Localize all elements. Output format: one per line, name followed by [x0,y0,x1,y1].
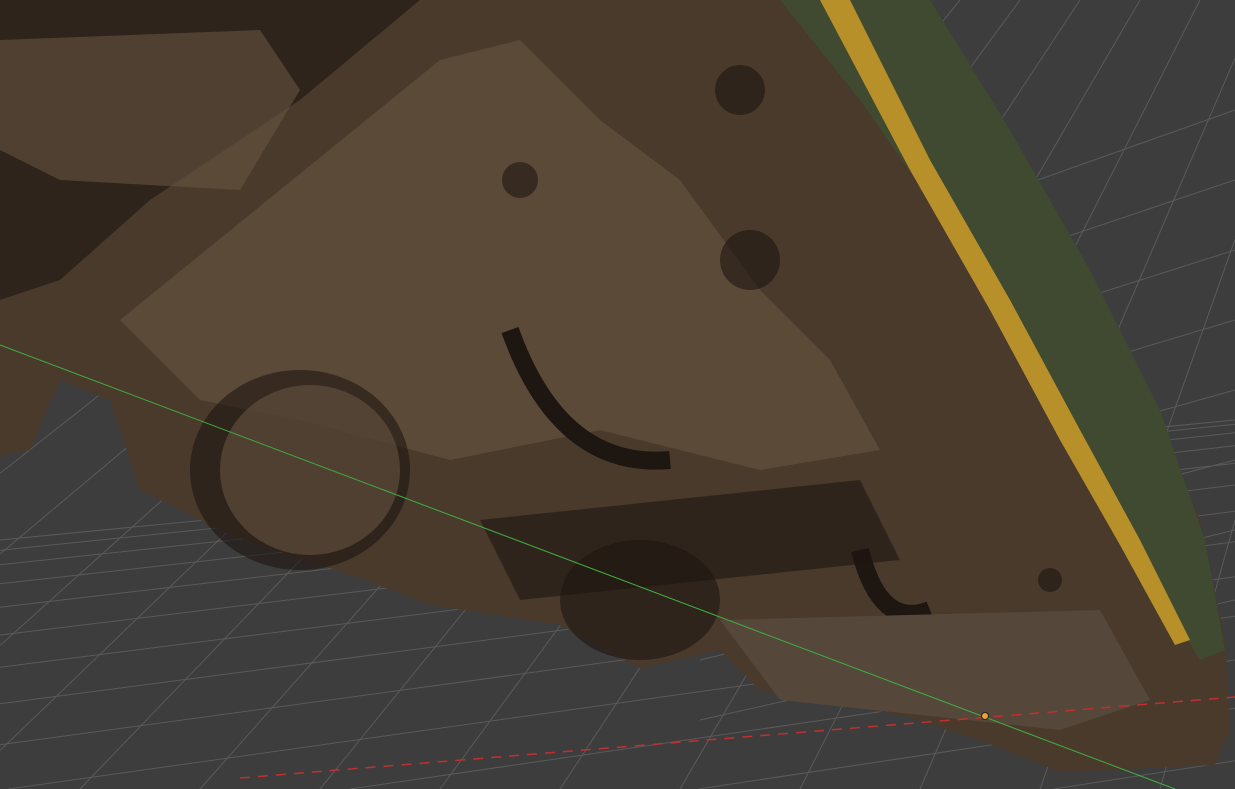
wheel-left-face [220,385,400,555]
3d-viewport[interactable] [0,0,1235,789]
object-origin[interactable] [981,712,989,720]
viewport-scene[interactable] [0,0,1235,789]
bolt [1038,568,1062,592]
fuel-tank [720,610,1150,730]
bolt [502,162,538,198]
bolt [720,230,780,290]
bolt [715,65,765,115]
train-model[interactable] [0,0,1230,772]
